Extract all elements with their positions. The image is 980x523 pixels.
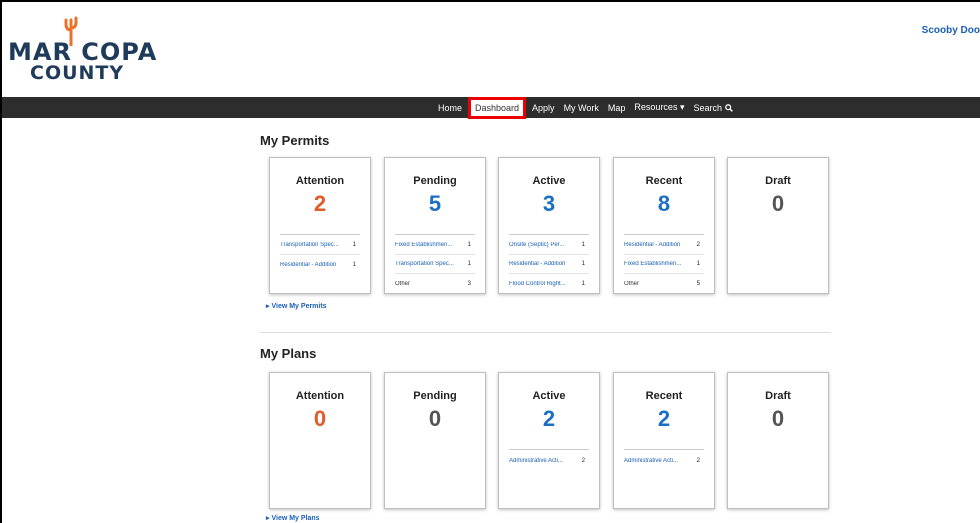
card-breakdown-list: Transportation Spec... 1 Residential - Add…	[280, 236, 360, 274]
card-breakdown-row: Onsite (Septic) Per... 1	[509, 236, 589, 255]
breakdown-count: 1	[581, 242, 585, 248]
card-breakdown-row: Administrative Acti... 2	[509, 451, 589, 470]
card-breakdown-row: Other 5	[624, 274, 704, 293]
card-divider	[624, 449, 704, 450]
nav-home[interactable]: Home	[438, 103, 462, 113]
breakdown-type-link[interactable]: Residential - Addition	[280, 262, 336, 268]
card-count[interactable]: 0	[270, 406, 370, 432]
breakdown-count: 1	[467, 242, 471, 248]
card-breakdown-row: Administrative Acti... 2	[624, 451, 704, 470]
breakdown-count: 5	[696, 280, 700, 287]
card-breakdown-row: Residential - Addition 2	[624, 236, 704, 255]
card-count[interactable]: 2	[499, 406, 599, 432]
card-breakdown-row: Fixed Establishmen... 1	[395, 236, 475, 255]
breakdown-count: 1	[352, 242, 356, 248]
nav-my-work[interactable]: My Work	[564, 103, 599, 113]
card-breakdown-row: Fixed Establishmen... 1	[624, 255, 704, 274]
card-breakdown-row: Flood Control Right... 1	[509, 274, 589, 293]
breakdown-count: 1	[581, 280, 585, 287]
plans-card-active[interactable]: Active 2 Administrative Acti... 2	[498, 372, 600, 509]
breakdown-type-link[interactable]: Transportation Spec...	[280, 242, 339, 248]
card-count[interactable]: 0	[728, 406, 828, 432]
card-breakdown-row: Residential - Addition 1	[280, 255, 360, 274]
plans-section-title: My Plans	[260, 346, 317, 361]
card-divider	[509, 449, 589, 450]
breakdown-count: 2	[696, 242, 700, 248]
nav-map[interactable]: Map	[608, 103, 626, 113]
card-label: Draft	[765, 390, 791, 402]
nav-search[interactable]: Search	[693, 102, 733, 113]
permits-section-title: My Permits	[260, 133, 330, 148]
breakdown-count: 1	[696, 261, 700, 267]
nav-resources[interactable]: Resources ▾	[634, 102, 684, 113]
card-count[interactable]: 0	[385, 406, 485, 432]
breakdown-count: 2	[581, 457, 585, 464]
view-my-permits-link[interactable]: ▸ View My Permits	[266, 302, 327, 310]
breakdown-type-link[interactable]: Administrative Acti...	[509, 458, 563, 464]
nav-dashboard[interactable]: Dashboard	[468, 96, 527, 119]
view-my-plans-link[interactable]: ▸ View My Plans	[266, 514, 320, 522]
card-label: Active	[532, 175, 566, 187]
breakdown-count: 2	[696, 457, 700, 464]
plans-card-pending[interactable]: Pending 0	[384, 372, 486, 509]
nav-search-label: Search	[693, 102, 722, 113]
card-breakdown-list: Onsite (Septic) Per... 1 Residential - Add…	[509, 236, 589, 293]
card-breakdown-list: Administrative Acti... 2	[624, 451, 704, 470]
card-divider	[624, 234, 704, 235]
breakdown-type-link[interactable]: Onsite (Septic) Per...	[509, 242, 564, 248]
breakdown-type-link[interactable]: Residential - Addition	[509, 261, 565, 267]
breakdown-type-link[interactable]: Fixed Establishmen...	[624, 261, 681, 267]
card-breakdown-list: Administrative Acti... 2	[509, 451, 589, 470]
card-count[interactable]: 2	[270, 191, 370, 217]
card-count[interactable]: 5	[385, 191, 485, 217]
logo-text-line2: COUNTY	[30, 62, 125, 84]
permits-card-active[interactable]: Active 3 Onsite (Septic) Per... 1 Residentia…	[498, 157, 600, 294]
card-label: Draft	[765, 175, 791, 187]
breakdown-count: 1	[581, 261, 585, 267]
main-navbar: Home Dashboard Apply My Work Map Resourc…	[2, 96, 980, 119]
card-count[interactable]: 8	[614, 191, 714, 217]
section-divider	[260, 332, 831, 333]
permits-card-recent[interactable]: Recent 8 Residential - Addition 2 Fixed Esta…	[613, 157, 715, 294]
user-account-link[interactable]: Scooby Doo	[922, 25, 980, 36]
breakdown-type-link[interactable]: Transportation Spec...	[395, 261, 454, 267]
breakdown-type-link[interactable]: Fixed Establishmen...	[395, 242, 452, 248]
card-label: Recent	[645, 390, 683, 402]
breakdown-type-link[interactable]: Flood Control Right...	[509, 281, 566, 287]
plans-card-recent[interactable]: Recent 2 Administrative Acti... 2	[613, 372, 715, 509]
breakdown-type-link[interactable]: Administrative Acti...	[624, 458, 678, 464]
plans-card-draft[interactable]: Draft 0	[727, 372, 829, 509]
card-label: Recent	[645, 175, 683, 187]
card-breakdown-row: Other 3	[395, 274, 475, 293]
breakdown-count: 1	[352, 261, 356, 268]
permits-card-draft[interactable]: Draft 0	[727, 157, 829, 294]
plans-card-attention[interactable]: Attention 0	[269, 372, 371, 509]
card-breakdown-row: Transportation Spec... 1	[280, 236, 360, 255]
card-label: Active	[532, 390, 566, 402]
card-breakdown-row: Transportation Spec... 1	[395, 255, 475, 274]
card-divider	[509, 234, 589, 235]
search-icon	[724, 103, 733, 112]
card-divider	[280, 234, 360, 235]
card-label: Pending	[413, 390, 457, 402]
card-label: Attention	[295, 175, 345, 187]
card-label: Attention	[295, 390, 345, 402]
card-label: Pending	[413, 175, 457, 187]
maricopa-county-logo[interactable]: MAR COPA COUNTY	[8, 16, 158, 86]
card-count[interactable]: 3	[499, 191, 599, 217]
card-breakdown-list: Fixed Establishmen... 1 Transportation Spe…	[395, 236, 475, 293]
card-count[interactable]: 0	[728, 191, 828, 217]
permits-card-pending[interactable]: Pending 5 Fixed Establishmen... 1 Transporta…	[384, 157, 486, 294]
breakdown-type-link: Other	[624, 280, 640, 287]
card-count[interactable]: 2	[614, 406, 714, 432]
breakdown-type-link: Other	[395, 280, 411, 287]
card-breakdown-row: Residential - Addition 1	[509, 255, 589, 274]
card-breakdown-list: Residential - Addition 2 Fixed Establishme…	[624, 236, 704, 293]
nav-apply[interactable]: Apply	[532, 103, 555, 113]
breakdown-type-link[interactable]: Residential - Addition	[624, 242, 680, 248]
card-divider	[395, 234, 475, 235]
breakdown-count: 1	[467, 261, 471, 267]
breakdown-count: 3	[467, 280, 471, 287]
permits-card-attention[interactable]: Attention 2 Transportation Spec... 1 Residen…	[269, 157, 371, 294]
